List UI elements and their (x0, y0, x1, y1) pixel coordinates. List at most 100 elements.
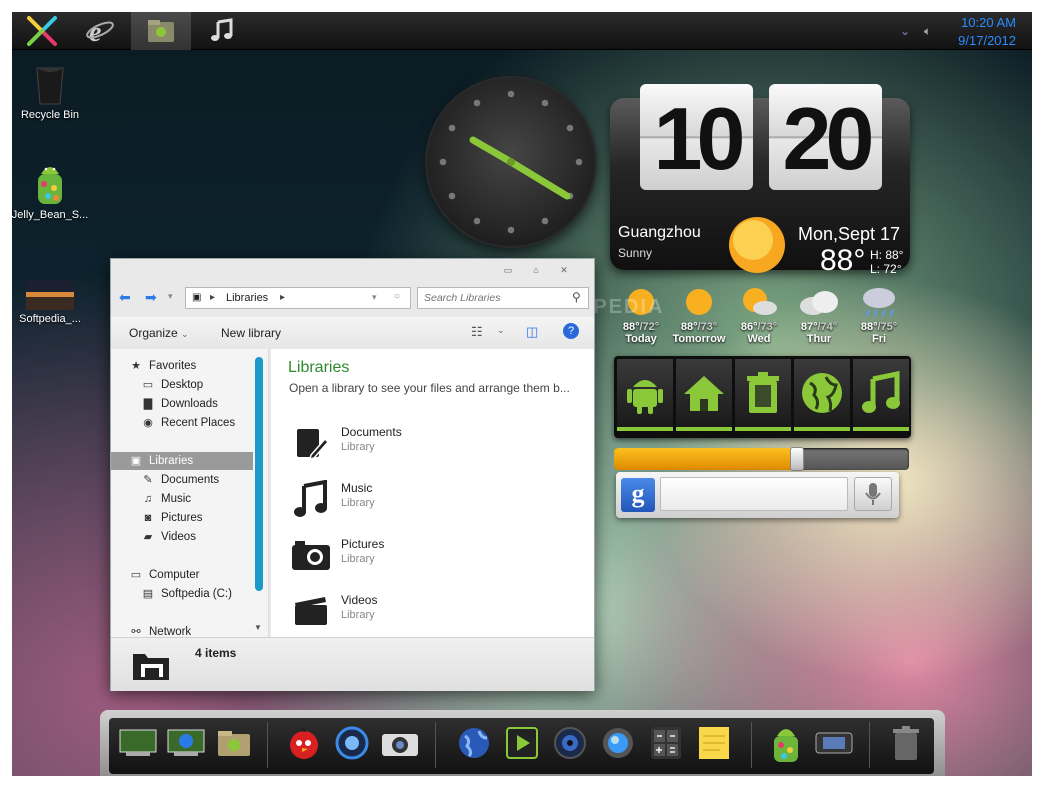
library-item-videos[interactable]: Videos Library (291, 589, 571, 637)
jelly-bean-folder-icon[interactable] (131, 12, 191, 50)
browser-orb-icon[interactable] (597, 722, 639, 764)
recent-pages-chevron-icon[interactable]: ▾ (168, 291, 173, 302)
chevron-down-icon[interactable]: ⌄ (900, 24, 910, 38)
jelly-bean-jar-icon (38, 167, 62, 204)
search-input[interactable] (424, 291, 564, 305)
explorer-window: ▭ ⌂ ✕ ⬅ ➡ ▾ ▣ ▸ Libraries ▸ ▾ ○ ⚲ Organi… (110, 258, 595, 691)
camera-icon[interactable] (379, 722, 421, 764)
forecast-label: Tomorrow (672, 333, 726, 345)
nav-network[interactable]: ⚯ Network (129, 623, 268, 637)
help-icon[interactable]: ? (563, 323, 579, 339)
globe-shortcut[interactable] (794, 359, 850, 431)
trash-shortcut[interactable] (735, 359, 791, 431)
dock-separator (267, 722, 268, 768)
nav-videos[interactable]: ▰ Videos (141, 528, 268, 546)
view-dropdown-icon[interactable]: ⌄ (497, 325, 505, 336)
nav-favorites[interactable]: ★ Favorites (129, 357, 268, 375)
content-title: Libraries (288, 359, 350, 376)
library-item-music[interactable]: Music Library (291, 477, 571, 525)
library-item-pictures[interactable]: Pictures Library (291, 533, 571, 581)
clock-time: 10:20 AM (961, 15, 1016, 30)
globe-icon (802, 373, 842, 413)
forecast-day[interactable]: 88°/73° Tomorrow (668, 286, 730, 345)
system-clock[interactable]: 10:20 AM 9/17/2012 (958, 14, 1016, 50)
internet-explorer-icon[interactable]: e (70, 12, 130, 50)
voice-search-button[interactable] (854, 477, 892, 511)
network-icon: ⚯ (131, 626, 141, 637)
forecast-day[interactable]: 87°/74° Thur (788, 286, 850, 345)
media-player-icon[interactable] (501, 722, 543, 764)
forecast-low: /73° (757, 321, 778, 333)
breadcrumb-libraries[interactable]: Libraries (226, 292, 268, 304)
android-shortcut[interactable] (617, 359, 673, 431)
maximize-button[interactable]: ⌂ (527, 263, 545, 277)
analog-clock-widget[interactable] (427, 78, 595, 246)
back-arrow-icon[interactable]: ⬅ (119, 289, 131, 306)
timer-icon[interactable] (331, 722, 373, 764)
minimize-button[interactable]: ▭ (499, 263, 517, 277)
calculator-icon[interactable] (645, 722, 687, 764)
music-note-icon (291, 479, 331, 519)
jelly-bean-icon[interactable] (765, 722, 807, 764)
nav-pictures[interactable]: ◙ Pictures (141, 509, 268, 527)
nav-scrollbar[interactable] (255, 357, 263, 591)
globe-icon[interactable] (453, 722, 495, 764)
nav-libraries[interactable]: ▣ Libraries (111, 452, 253, 470)
content-subtitle: Open a library to see your files and arr… (289, 381, 570, 395)
library-item-documents[interactable]: Documents Library (291, 421, 571, 469)
google-logo-icon[interactable]: g (621, 478, 655, 512)
nav-music[interactable]: ♫ Music (141, 490, 268, 508)
nav-computer[interactable]: ▭ Computer (129, 566, 268, 584)
nav-drive-c[interactable]: ▤ Softpedia (C:) (141, 585, 268, 603)
recycle-bin-shortcut[interactable]: Recycle Bin (12, 64, 95, 121)
home-shortcut[interactable] (676, 359, 732, 431)
address-bar[interactable]: ▣ ▸ Libraries ▸ ▾ ○ (185, 287, 411, 309)
volume-slider[interactable] (614, 447, 909, 471)
jelly-bean-shortcut[interactable]: Jelly_Bean_S... (12, 160, 95, 221)
google-search-input[interactable] (660, 477, 848, 511)
new-library-button[interactable]: New library (221, 326, 281, 340)
notes-icon[interactable] (693, 722, 735, 764)
trash-icon (747, 372, 779, 413)
slider-handle[interactable] (789, 447, 804, 471)
refresh-icon[interactable]: ○ (394, 291, 400, 302)
forward-arrow-icon[interactable]: ➡ (145, 289, 157, 306)
desktop-icon[interactable] (117, 722, 159, 764)
speaker-icon[interactable] (549, 722, 591, 764)
trash-icon[interactable] (885, 722, 927, 764)
weather-city: Guangzhou (618, 224, 701, 241)
slideshow-icon[interactable] (813, 722, 855, 764)
nav-documents[interactable]: ✎ Documents (141, 471, 268, 489)
jelly-bean-folder-icon[interactable] (213, 722, 255, 764)
music-shortcut[interactable] (853, 359, 909, 431)
close-button[interactable]: ✕ (555, 263, 573, 277)
forecast-low: /74° (817, 321, 838, 333)
forecast-day[interactable]: 86°/73° Wed (728, 286, 790, 345)
dock-bar (109, 718, 934, 774)
volume-icon[interactable]: 🔈︎ (924, 24, 931, 39)
nav-downloads[interactable]: ▇ Downloads (141, 395, 268, 413)
breadcrumb-separator[interactable]: ▸ (280, 292, 285, 303)
network-desktop-icon[interactable] (165, 722, 207, 764)
address-dropdown-icon[interactable]: ▾ (372, 292, 377, 303)
clapperboard-icon: ▰ (143, 531, 153, 543)
organize-button[interactable]: Organize ⌄ (129, 326, 189, 340)
angry-birds-icon[interactable] (283, 722, 325, 764)
nav-label: Recent Places (161, 417, 236, 429)
view-options-icon[interactable]: ☷ (471, 324, 483, 340)
landscape-image-icon (26, 280, 74, 310)
preview-pane-icon[interactable]: ◫ (526, 324, 538, 340)
nav-recent-places[interactable]: ◉ Recent Places (141, 414, 268, 432)
forecast-label: Wed (747, 333, 771, 345)
flip-clock-weather-widget[interactable]: 10 20 Guangzhou Sunny Mon,Sept 17 88° H:… (610, 84, 910, 277)
google-search-widget: g (616, 472, 899, 518)
music-note-icon[interactable] (192, 12, 252, 50)
search-box[interactable]: ⚲ (417, 287, 589, 309)
softpedia-shortcut[interactable]: Softpedia_... (12, 280, 95, 325)
scroll-down-arrow-icon[interactable]: ▼ (254, 623, 262, 632)
forecast-day[interactable]: 88°/75° Fri (848, 286, 910, 345)
nav-label: Documents (161, 474, 220, 486)
search-icon[interactable]: ⚲ (572, 290, 581, 304)
start-x-icon[interactable] (12, 12, 72, 50)
nav-desktop[interactable]: ▭ Desktop (141, 376, 268, 394)
